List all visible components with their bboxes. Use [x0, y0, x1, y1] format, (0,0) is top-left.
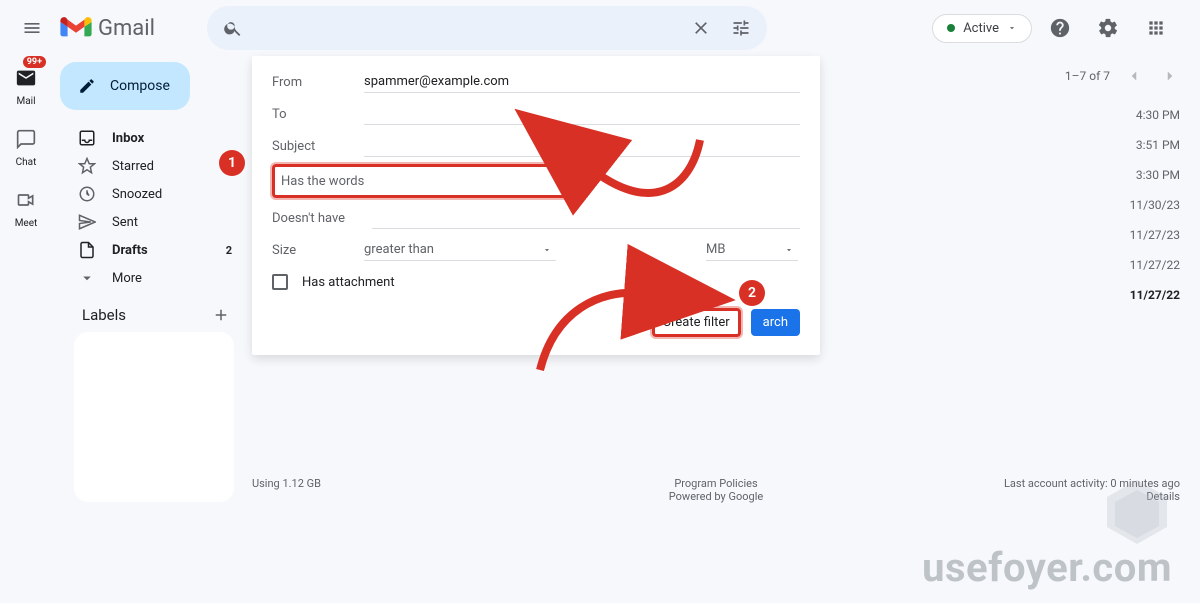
- annotation-2: 2: [739, 280, 765, 306]
- annotation-arrows: [0, 0, 1200, 603]
- annotation-2-label: 2: [748, 285, 756, 301]
- annotation-1: 1: [219, 150, 245, 176]
- annotation-1-label: 1: [228, 155, 236, 171]
